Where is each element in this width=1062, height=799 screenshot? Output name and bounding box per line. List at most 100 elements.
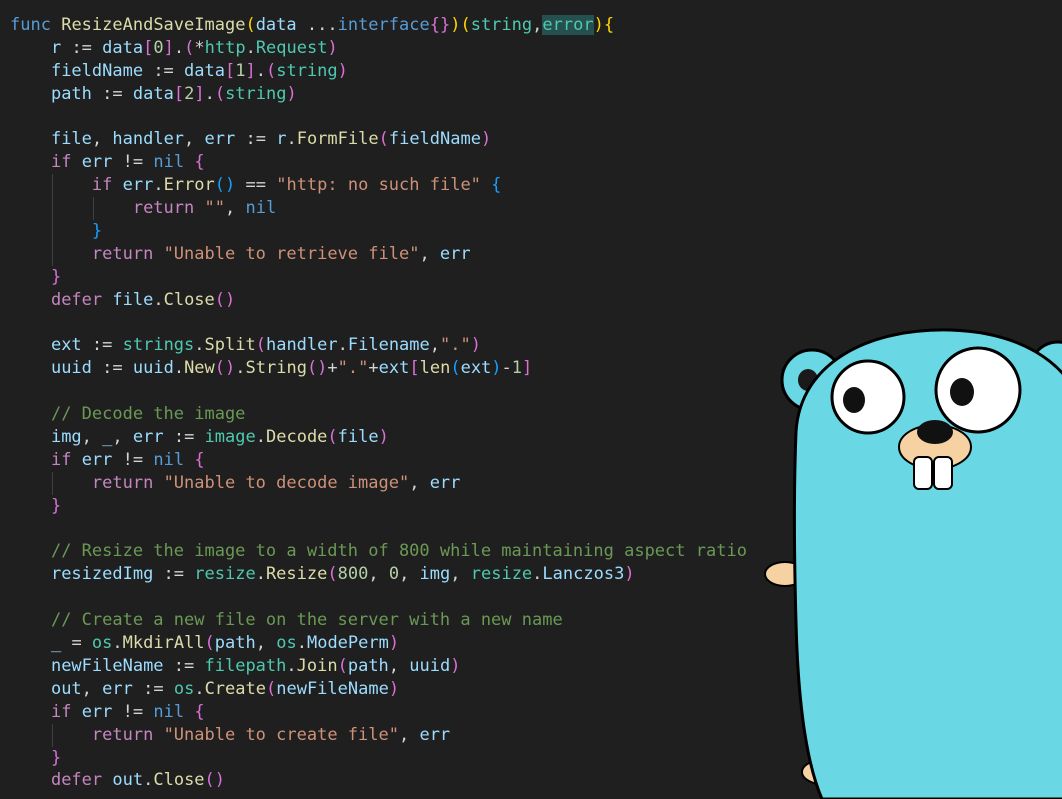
code-token: ) bbox=[378, 427, 389, 448]
code-token: () bbox=[214, 175, 236, 196]
code-token: defer bbox=[50, 289, 103, 310]
code-token: 1 bbox=[235, 60, 246, 81]
indent-guide bbox=[92, 197, 94, 221]
code-line[interactable]: if err != nil { bbox=[10, 701, 747, 724]
code-token: Filename bbox=[347, 335, 430, 356]
code-token: { bbox=[194, 701, 205, 722]
code-token: * bbox=[194, 37, 205, 58]
code-line[interactable]: file, handler, err := r.FormFile(fieldNa… bbox=[10, 128, 747, 151]
code-line[interactable] bbox=[10, 380, 747, 403]
gopher-right-eye bbox=[934, 346, 1022, 434]
code-line[interactable]: newFileName := filepath.Join(path, uuid) bbox=[10, 655, 747, 678]
code-line[interactable]: ext := strings.Split(handler.Filename,".… bbox=[10, 334, 747, 357]
code-token: , bbox=[532, 15, 543, 35]
code-token: , bbox=[91, 129, 113, 150]
code-token: ) bbox=[624, 564, 635, 585]
code-line[interactable]: if err != nil { bbox=[10, 449, 747, 472]
code-token: () bbox=[306, 358, 328, 379]
code-line[interactable]: return "Unable to decode image", err bbox=[10, 471, 747, 495]
gopher-left-eye bbox=[830, 359, 906, 435]
code-line[interactable] bbox=[10, 106, 747, 129]
code-token: r bbox=[276, 129, 287, 150]
code-line[interactable]: path := data[2].(string) bbox=[10, 83, 747, 106]
code-line[interactable]: defer out.Close() bbox=[10, 769, 747, 792]
code-line[interactable]: return "Unable to create file", err bbox=[10, 723, 747, 747]
code-line[interactable]: defer file.Close() bbox=[10, 289, 747, 312]
code-token: 2 bbox=[184, 83, 195, 104]
code-token: "Unable to retrieve file" bbox=[163, 243, 420, 264]
code-token: uuid bbox=[132, 358, 174, 379]
code-line[interactable]: } bbox=[10, 747, 747, 770]
code-token: , bbox=[419, 243, 440, 264]
code-line[interactable]: out, err := os.Create(newFileName) bbox=[10, 678, 747, 701]
code-line[interactable]: fieldName := data[1].(string) bbox=[10, 60, 747, 83]
code-token: resize bbox=[470, 564, 533, 585]
code-token: nil bbox=[153, 449, 185, 470]
code-line[interactable]: uuid := uuid.New().String()+"."+ext[len(… bbox=[10, 357, 747, 380]
code-token: ( bbox=[378, 129, 389, 150]
code-line[interactable]: } bbox=[10, 220, 747, 243]
code-token: , bbox=[450, 564, 471, 585]
code-token: := bbox=[91, 358, 133, 379]
code-line[interactable] bbox=[10, 312, 747, 335]
code-line[interactable]: if err != nil { bbox=[10, 151, 747, 174]
code-token: 1 bbox=[511, 358, 523, 379]
gopher-nose bbox=[917, 420, 953, 444]
code-line[interactable]: r := data[0].(*http.Request) bbox=[10, 37, 747, 60]
code-token: { bbox=[603, 15, 615, 35]
code-token: "http: no such file" bbox=[276, 175, 481, 196]
code-line[interactable]: _ = os.MkdirAll(path, os.ModePerm) bbox=[10, 632, 747, 655]
code-token: ( bbox=[184, 37, 195, 58]
code-line[interactable]: // Resize the image to a width of 800 wh… bbox=[10, 540, 747, 563]
code-line[interactable]: resizedImg := resize.Resize(800, 0, img,… bbox=[10, 563, 747, 586]
code-token: Lanczos3 bbox=[542, 564, 625, 585]
code-token: ) bbox=[593, 15, 604, 35]
code-token: ( bbox=[337, 655, 348, 676]
code-line[interactable] bbox=[10, 586, 747, 609]
code-token: string bbox=[225, 83, 287, 104]
code-token: := bbox=[61, 37, 103, 58]
code-token: ( bbox=[204, 633, 215, 654]
code-token: os bbox=[173, 678, 195, 699]
code-token: ext bbox=[460, 358, 492, 379]
code-line[interactable]: return "", nil bbox=[10, 197, 747, 221]
gopher-right-tooth bbox=[933, 456, 953, 490]
code-token: , bbox=[224, 198, 246, 219]
code-token: interface bbox=[337, 15, 430, 35]
code-token: := bbox=[163, 655, 205, 676]
code-token: path bbox=[50, 83, 92, 104]
code-line[interactable]: } bbox=[10, 495, 747, 518]
code-token: ResizeAndSaveImage bbox=[61, 15, 246, 35]
code-token: [ bbox=[224, 60, 236, 81]
code-editor[interactable]: func ResizeAndSaveImage(data ...interfac… bbox=[10, 14, 747, 792]
code-token: os bbox=[91, 633, 113, 654]
code-line[interactable]: // Create a new file on the server with … bbox=[10, 609, 747, 632]
code-token: 0 bbox=[388, 564, 400, 585]
code-token: := bbox=[81, 335, 123, 356]
code-token: ) bbox=[450, 655, 461, 676]
code-line[interactable]: return "Unable to retrieve file", err bbox=[10, 242, 747, 266]
code-token: path bbox=[347, 655, 389, 676]
code-token: err bbox=[122, 175, 154, 196]
code-token: () bbox=[214, 289, 236, 310]
code-token: Request bbox=[255, 37, 328, 58]
code-token: ] bbox=[522, 358, 533, 379]
code-line[interactable]: } bbox=[10, 266, 747, 289]
code-token: r bbox=[50, 37, 62, 58]
code-token: "" bbox=[204, 198, 225, 219]
code-token: := bbox=[163, 427, 205, 448]
code-token: { bbox=[491, 175, 502, 196]
code-line[interactable] bbox=[10, 518, 747, 541]
code-token: , bbox=[255, 633, 277, 654]
indent-guide bbox=[51, 174, 53, 198]
code-token: . bbox=[255, 564, 266, 585]
code-line[interactable]: // Decode the image bbox=[10, 403, 747, 426]
code-line[interactable]: if err.Error() == "http: no such file" { bbox=[10, 174, 747, 198]
code-line[interactable]: func ResizeAndSaveImage(data ...interfac… bbox=[10, 14, 747, 37]
code-token: - bbox=[501, 358, 512, 379]
code-line[interactable]: img, _, err := image.Decode(file) bbox=[10, 426, 747, 449]
